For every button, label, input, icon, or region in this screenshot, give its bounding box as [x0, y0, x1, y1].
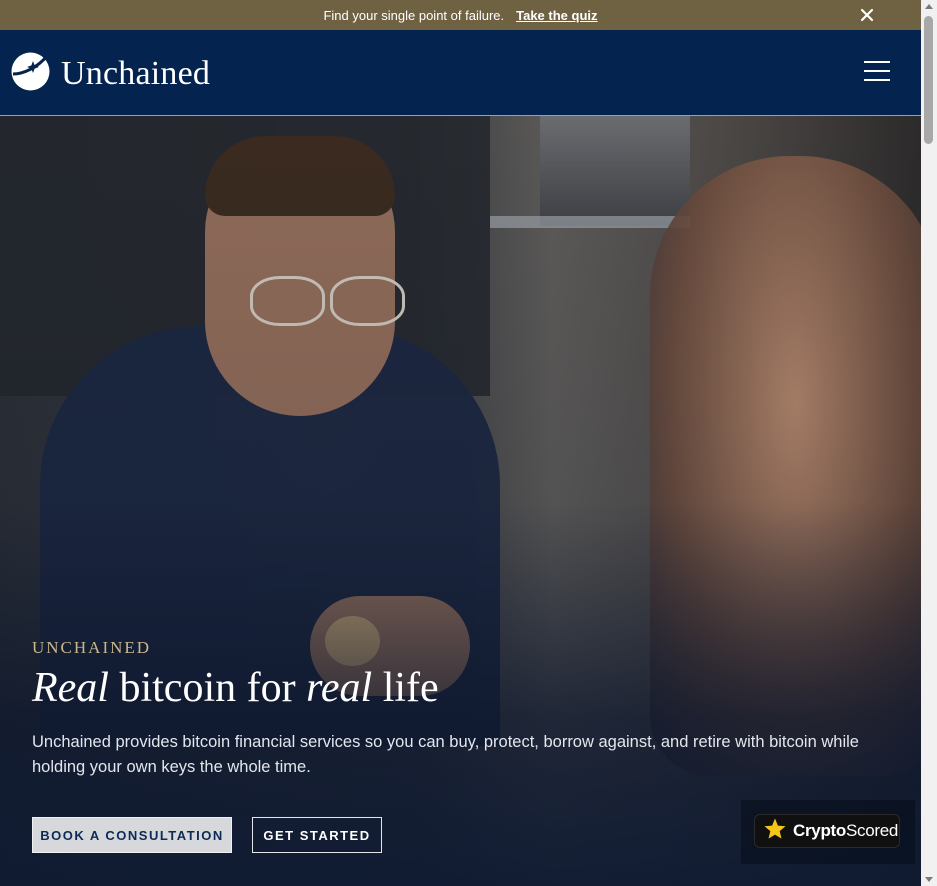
hero-description: Unchained provides bitcoin financial ser… — [32, 733, 859, 776]
hero-section: UNCHAINED Real bitcoin for real life Unc… — [0, 116, 921, 886]
scroll-thumb[interactable] — [924, 16, 933, 144]
scroll-up-arrow-icon[interactable] — [925, 4, 933, 9]
star-globe-logo-icon — [11, 52, 50, 96]
close-icon[interactable] — [859, 7, 875, 23]
page-scrollbar[interactable] — [921, 0, 937, 886]
logo-text: Unchained — [61, 55, 211, 92]
scroll-down-arrow-icon[interactable] — [925, 877, 933, 882]
take-quiz-link[interactable]: Take the quiz — [516, 8, 597, 23]
hamburger-menu-icon[interactable] — [864, 61, 890, 83]
headline-end: life — [372, 665, 439, 711]
cryptoscored-label: CryptoScored — [793, 821, 898, 841]
announcement-message: Find your single point of failure. — [323, 7, 505, 23]
cryptoscored-badge[interactable]: CryptoScored — [754, 814, 900, 848]
headline-middle: bitcoin for — [108, 665, 307, 711]
star-icon — [763, 817, 787, 846]
headline-real-2: real — [306, 665, 373, 711]
cryptoscored-badge-container: CryptoScored — [741, 800, 915, 864]
logo[interactable]: Unchained — [11, 52, 210, 96]
cryptoscored-label-bold: Crypto — [793, 821, 846, 840]
hero-headline: Real bitcoin for real life — [32, 664, 439, 712]
headline-real-1: Real — [32, 665, 109, 711]
site-header: Unchained — [0, 30, 921, 116]
cryptoscored-label-regular: Scored — [845, 821, 899, 840]
hero-eyebrow: UNCHAINED — [32, 638, 152, 657]
get-started-button[interactable]: GET STARTED — [252, 817, 382, 853]
announcement-bar: Find your single point of failure. Take … — [0, 0, 921, 30]
book-consultation-button[interactable]: BOOK A CONSULTATION — [32, 817, 232, 853]
